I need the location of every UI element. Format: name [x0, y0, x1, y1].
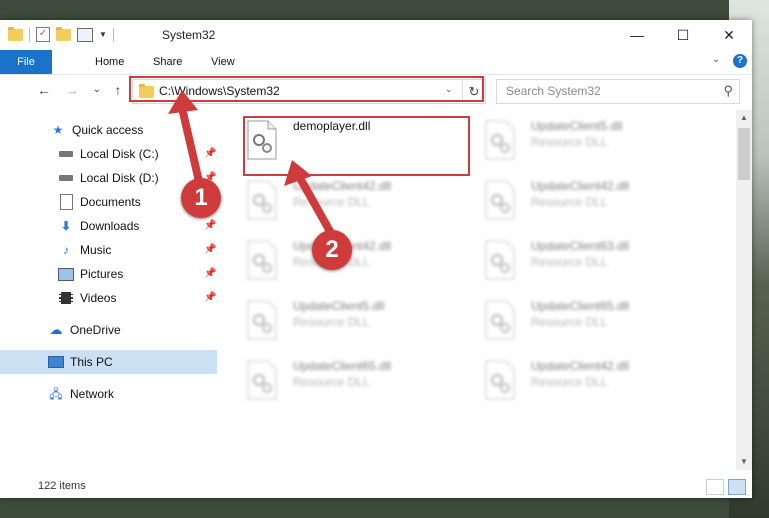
- step-callout-1: 1: [181, 178, 221, 218]
- step-callout-2: 2: [312, 230, 352, 270]
- annotation-arrows: [168, 90, 340, 246]
- arrowhead-1: [168, 90, 198, 114]
